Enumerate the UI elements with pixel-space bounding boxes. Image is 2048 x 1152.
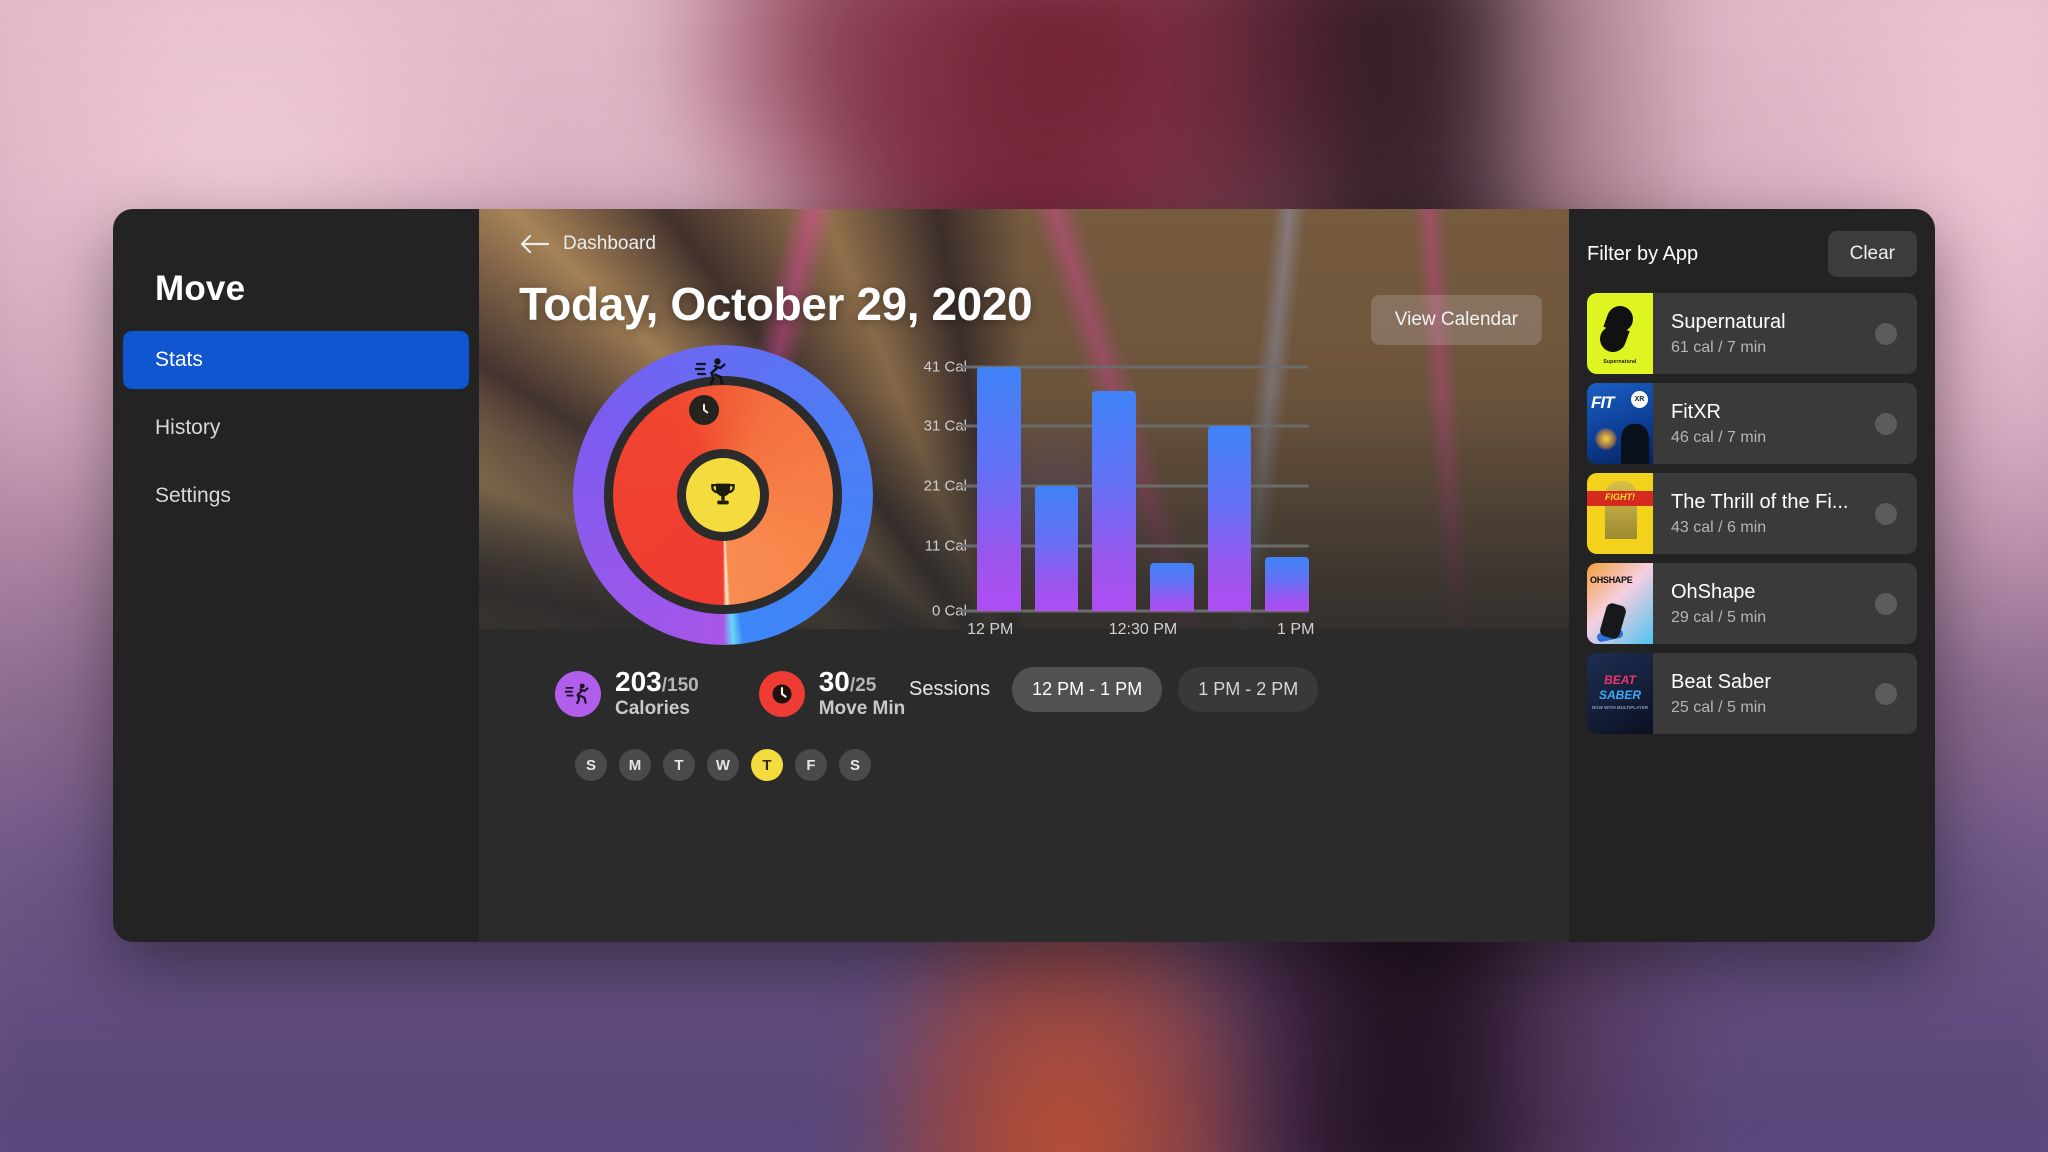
calories-value: 203 xyxy=(615,666,662,697)
calories-value-row: 203/150 xyxy=(615,667,699,696)
app-name: The Thrill of the Fi... xyxy=(1671,490,1849,513)
day-monday[interactable]: M xyxy=(619,749,651,781)
app-stats: 61 cal / 7 min xyxy=(1671,338,1767,356)
calories-badge xyxy=(555,670,601,717)
running-icon xyxy=(695,358,726,386)
calories-text: 203/150 Calories xyxy=(615,667,699,720)
chart-x-axis: 12 PM 12:30 PM 1 PM xyxy=(967,621,1314,645)
chart-bars xyxy=(977,349,1310,611)
sidebar-item-label: Stats xyxy=(155,348,203,371)
app-name: OhShape xyxy=(1671,580,1756,603)
chart-bar[interactable] xyxy=(977,366,1021,611)
app-stats: 29 cal / 5 min xyxy=(1671,608,1767,626)
day-saturday[interactable]: S xyxy=(839,749,871,781)
app-filter-row-supernatural[interactable]: Supernatural Supernatural 61 cal / 7 min xyxy=(1587,293,1917,374)
chart-plot-area xyxy=(961,349,1310,613)
filter-panel: Filter by App Clear Supernatural Superna… xyxy=(1569,209,1935,942)
beat-saber-icon: BEAT SABER NOW WITH MULTIPLAYER xyxy=(1587,653,1653,734)
clock-icon xyxy=(772,684,792,704)
app-info: Supernatural 61 cal / 7 min xyxy=(1653,293,1855,374)
move-min-value: 30 xyxy=(818,666,850,697)
sidebar-item-settings[interactable]: Settings xyxy=(123,467,469,525)
chart-bar[interactable] xyxy=(1265,557,1310,611)
app-select-toggle[interactable] xyxy=(1855,293,1917,374)
sidebar-nav: Stats History Settings xyxy=(113,331,479,525)
sidebar: Move Stats History Settings xyxy=(113,209,479,942)
filter-header: Filter by App Clear xyxy=(1587,231,1917,277)
app-select-toggle[interactable] xyxy=(1855,653,1917,734)
stat-calories: 203/150 Calories xyxy=(555,667,699,720)
weekday-selector: S M T W T F S xyxy=(575,749,871,781)
chart-bar[interactable] xyxy=(1092,390,1137,611)
chart-bar[interactable] xyxy=(1034,485,1079,611)
page-title: Today, October 29, 2020 xyxy=(519,278,1033,330)
chart-x-tick-label: 1 PM xyxy=(1277,621,1315,638)
running-icon xyxy=(565,683,589,704)
trophy-badge xyxy=(686,458,760,532)
app-stats: 46 cal / 7 min xyxy=(1671,428,1767,446)
view-calendar-button[interactable]: View Calendar xyxy=(1370,295,1542,345)
move-min-value-row: 30/25 xyxy=(819,667,906,696)
clock-icon xyxy=(689,395,719,425)
calories-bar-chart: 0 Cal 11 Cal 21 Cal 31 Cal 41 Cal 12 PM 12:30… xyxy=(909,349,1315,649)
sidebar-item-history[interactable]: History xyxy=(123,399,469,457)
supernatural-icon: Supernatural xyxy=(1587,293,1653,374)
app-filter-row-thrill-of-the-fight[interactable]: FIGHT! The Thrill of the Fi... 43 cal / … xyxy=(1587,473,1917,554)
move-min-text: 30/25 Move Min xyxy=(819,667,906,720)
ohshape-icon: OHSHAPE xyxy=(1587,563,1653,644)
day-sunday[interactable]: S xyxy=(575,749,607,781)
app-name: Supernatural xyxy=(1671,310,1786,333)
trophy-icon xyxy=(711,483,735,505)
day-wednesday[interactable]: W xyxy=(707,749,739,781)
back-arrow-icon[interactable] xyxy=(519,233,549,255)
app-filter-row-fitxr[interactable]: FIT XR FitXR 46 cal / 7 min xyxy=(1587,383,1917,464)
app-filter-row-ohshape[interactable]: OHSHAPE OhShape 29 cal / 5 min xyxy=(1587,563,1917,644)
day-tuesday[interactable]: T xyxy=(663,749,695,781)
session-option-12pm-1pm[interactable]: 12 PM - 1 PM xyxy=(1012,667,1163,712)
breadcrumb: Dashboard xyxy=(519,233,656,255)
app-filter-row-beat-saber[interactable]: BEAT SABER NOW WITH MULTIPLAYER Beat Saber… xyxy=(1587,653,1917,734)
sessions-row: Sessions 12 PM - 1 PM 1 PM - 2 PM xyxy=(909,667,1319,712)
app-select-toggle[interactable] xyxy=(1855,383,1917,464)
sessions-label: Sessions xyxy=(909,678,991,700)
breadcrumb-label[interactable]: Dashboard xyxy=(563,233,656,255)
session-option-1pm-2pm[interactable]: 1 PM - 2 PM xyxy=(1178,667,1319,712)
app-select-toggle[interactable] xyxy=(1855,473,1917,554)
sidebar-item-label: Settings xyxy=(155,484,231,507)
app-select-toggle[interactable] xyxy=(1855,563,1917,644)
sidebar-item-label: History xyxy=(155,416,221,439)
move-app-window: Move Stats History Settings Dashboard To… xyxy=(113,209,1935,942)
app-info: OhShape 29 cal / 5 min xyxy=(1653,563,1855,644)
day-thursday[interactable]: T xyxy=(751,749,783,781)
dashboard-main: Dashboard Today, October 29, 2020 View C… xyxy=(479,209,1569,942)
chart-x-tick-label: 12:30 PM xyxy=(1108,621,1178,638)
calories-goal: /150 xyxy=(661,675,699,696)
chart-bar[interactable] xyxy=(1150,563,1194,611)
fitxr-icon: FIT XR xyxy=(1587,383,1653,464)
thrill-of-the-fight-icon: FIGHT! xyxy=(1587,473,1653,554)
chart-bar[interactable] xyxy=(1207,426,1252,611)
stat-move-min: 30/25 Move Min xyxy=(758,667,906,720)
filter-title: Filter by App xyxy=(1587,242,1699,265)
day-friday[interactable]: F xyxy=(795,749,827,781)
move-min-badge xyxy=(758,670,805,717)
app-stats: 25 cal / 5 min xyxy=(1671,698,1767,716)
chart-x-tick-label: 12 PM xyxy=(967,621,1014,638)
move-min-goal: /25 xyxy=(849,675,877,696)
activity-rings xyxy=(573,345,873,645)
calories-label: Calories xyxy=(615,698,690,720)
move-min-label: Move Min xyxy=(818,698,906,720)
app-title: Move xyxy=(155,269,246,308)
app-info: FitXR 46 cal / 7 min xyxy=(1653,383,1855,464)
app-stats: 43 cal / 6 min xyxy=(1671,518,1767,536)
sidebar-item-stats[interactable]: Stats xyxy=(123,331,469,389)
app-info: The Thrill of the Fi... 43 cal / 6 min xyxy=(1653,473,1855,554)
app-name: Beat Saber xyxy=(1671,670,1772,693)
chart-y-axis: 0 Cal 11 Cal 21 Cal 31 Cal 41 Cal xyxy=(909,349,967,619)
clear-filter-button[interactable]: Clear xyxy=(1827,231,1917,277)
app-name: FitXR xyxy=(1671,400,1721,423)
app-info: Beat Saber 25 cal / 5 min xyxy=(1653,653,1855,734)
stat-totals: 203/150 Calories 30/25 Move Min xyxy=(555,667,905,720)
